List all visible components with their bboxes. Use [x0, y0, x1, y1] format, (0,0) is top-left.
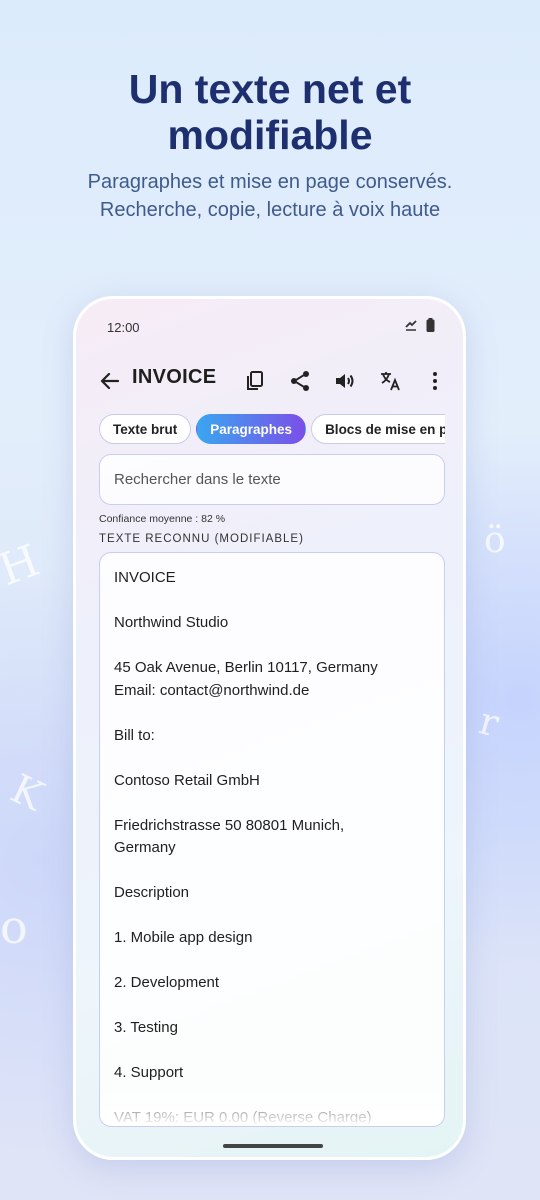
tab-texte-brut[interactable]: Texte brut: [99, 414, 192, 444]
hero-subtitle: Paragraphes et mise en page conservés. R…: [87, 171, 453, 221]
translate-icon[interactable]: [378, 369, 402, 393]
document-title: INVOICE: [132, 366, 217, 388]
hero-title: Un texte net et modifiable: [128, 66, 412, 158]
text-line: Bill to:: [114, 726, 155, 744]
volume-icon[interactable]: [333, 369, 357, 393]
confidence-label: Confiance moyenne : 82 %: [99, 513, 226, 525]
hero-header: Un texte net et modifiable Paragraphes e…: [0, 66, 540, 224]
status-time: 12:00: [107, 320, 140, 335]
background-decoration: H: [0, 534, 46, 597]
recognized-text-editor[interactable]: INVOICE Northwind Studio 45 Oak Avenue, Be…: [99, 552, 445, 1127]
text-line: Friedrichstrasse 50 80801 Munich,: [114, 816, 345, 834]
search-input[interactable]: [100, 455, 444, 504]
text-line: Northwind Studio: [114, 614, 229, 631]
back-arrow-icon[interactable]: [98, 369, 122, 393]
app-toolbar: INVOICE: [76, 361, 463, 401]
scroll-fade: [100, 1086, 444, 1126]
phone-frame: 12:00 INVOICE Texte brut Paragraphes Blo…: [73, 296, 466, 1160]
background-decoration: ö: [484, 520, 506, 561]
section-label: TEXTE RECONNU (MODIFIABLE): [99, 533, 304, 545]
text-line: Germany: [114, 839, 176, 856]
text-line: Contoso Retail GmbH: [114, 771, 260, 789]
text-line: 1. Mobile app design: [114, 929, 253, 946]
home-indicator[interactable]: [223, 1144, 323, 1148]
data-saver-icon: [405, 320, 417, 331]
text-line: 3. Testing: [114, 1019, 178, 1036]
tab-blocs-mise-en-page[interactable]: Blocs de mise en page: [311, 414, 445, 444]
share-icon[interactable]: [288, 369, 312, 393]
status-icons: [404, 318, 435, 332]
text-line: 4. Support: [114, 1064, 184, 1081]
text-line: Email: contact@northwind.de: [114, 681, 310, 699]
tab-paragraphes[interactable]: Paragraphes: [196, 414, 307, 444]
text-line: Description: [114, 884, 190, 901]
background-decoration: K: [3, 765, 51, 821]
search-field: [99, 454, 445, 505]
view-mode-tabs: Texte brutParagraphesBlocs de mise en pa…: [99, 414, 445, 446]
copy-icon[interactable]: [243, 369, 267, 393]
text-line: 2. Development: [114, 974, 220, 991]
recognized-text-lines: INVOICE Northwind Studio 45 Oak Avenue, Be…: [100, 553, 444, 1126]
background-decoration: r: [474, 698, 504, 746]
more-vert-icon[interactable]: [423, 369, 447, 393]
text-line: INVOICE: [114, 569, 176, 586]
battery-icon: [426, 318, 435, 332]
text-line: 45 Oak Avenue, Berlin 10117, Germany: [114, 659, 378, 676]
background-decoration: o: [0, 900, 28, 954]
status-bar: 12:00: [76, 299, 463, 355]
